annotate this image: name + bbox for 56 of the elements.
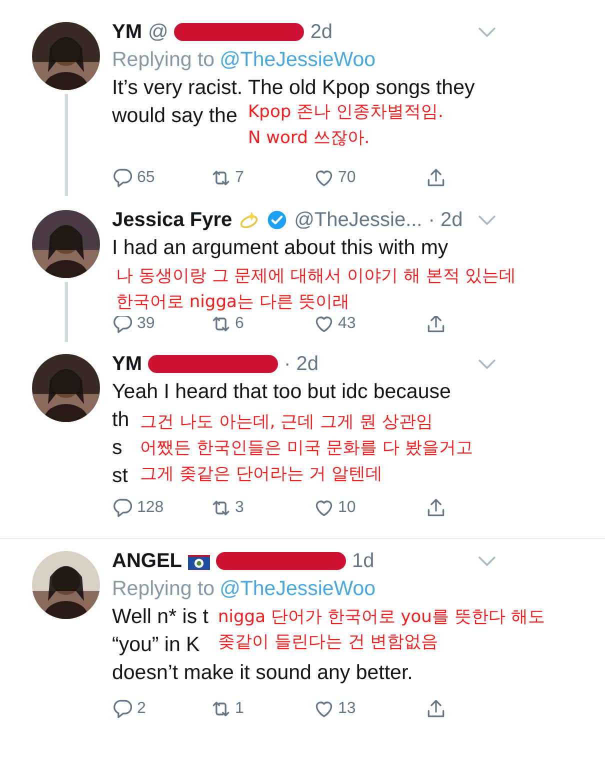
translation-text: 어쨌든 한국인들은 미국 문화를 다 봤을거고 <box>140 437 474 460</box>
translation-text: Kpop 존나 인종차별적임. <box>248 101 444 124</box>
translation-text: N word 쓰잖아. <box>248 127 370 150</box>
tweet-time[interactable]: 1d <box>352 550 374 572</box>
translation-text: nigga 단어가 한국어로 you를 뜻한다 해도 <box>218 606 545 629</box>
replying-label: Replying to <box>112 576 215 602</box>
translation-text: 그게 좆같은 단어라는 거 알텐데 <box>140 463 383 486</box>
verified-icon <box>266 209 288 231</box>
tweet-time[interactable]: 2d <box>310 20 333 44</box>
user-name[interactable]: Jessica Fyre <box>112 208 232 232</box>
user-name[interactable]: YM <box>112 352 142 376</box>
tweet-text: would say the <box>112 104 238 127</box>
translation-text: 좆같이 들린다는 건 변함없음 <box>218 631 438 654</box>
tweet-time[interactable]: · 2d <box>284 352 318 376</box>
translation-text: 나 동생이랑 그 문제에 대해서 이야기 해 본적 있는데 <box>116 265 516 288</box>
like-count: 10 <box>338 499 356 517</box>
user-handle[interactable]: @ <box>148 20 168 44</box>
tweet-text: doesn’t make it sound any better. <box>112 661 413 684</box>
retweet-count: 7 <box>235 169 244 187</box>
reply-count: 128 <box>137 499 164 517</box>
reply-count: 2 <box>137 700 146 718</box>
reply-icon[interactable] <box>112 167 134 189</box>
reply-count: 65 <box>137 169 155 187</box>
share-icon[interactable] <box>425 167 447 189</box>
replying-label: Replying to <box>112 47 215 73</box>
retweet-count: 6 <box>235 315 244 333</box>
user-handle[interactable]: @TheJessie... <box>294 208 422 232</box>
tweet-text: s <box>112 436 122 459</box>
reply-icon[interactable] <box>112 313 134 335</box>
like-count: 43 <box>338 315 356 333</box>
share-icon[interactable] <box>425 313 447 335</box>
share-icon[interactable] <box>425 497 447 519</box>
user-name[interactable]: YM <box>112 20 142 44</box>
retweet-count: 3 <box>235 499 244 517</box>
reply-count: 39 <box>137 315 155 333</box>
reply-icon[interactable] <box>112 698 134 720</box>
mention-link[interactable]: @TheJessieWoo <box>220 46 376 74</box>
tweet-text: “you” in K <box>112 633 200 656</box>
tweet-text: It’s very racist. The old Kpop songs they <box>112 76 475 99</box>
tweet-text: Yeah I heard that too but idc because <box>112 380 451 403</box>
share-icon[interactable] <box>425 698 447 720</box>
tweet-text: st <box>112 464 128 487</box>
translation-text: 그건 나도 아는데, 근데 그게 뭔 상관임 <box>140 411 433 434</box>
like-count: 70 <box>338 169 356 187</box>
tweet-text: Well n* is t <box>112 605 208 628</box>
reply-icon[interactable] <box>112 497 134 519</box>
sparkle-icon <box>238 209 260 231</box>
translation-text: 한국어로 nigga는 다른 뜻이래 <box>116 291 350 314</box>
tweet-time[interactable]: · 2d <box>428 208 463 232</box>
tweet-text: th <box>112 408 130 431</box>
flag-icon <box>188 552 210 570</box>
tweet-text: I had an argument about this with my <box>112 236 448 259</box>
mention-link[interactable]: @TheJessieWoo <box>220 575 376 603</box>
retweet-count: 1 <box>235 700 244 718</box>
user-name[interactable]: ANGEL <box>112 550 182 572</box>
like-count: 13 <box>338 700 356 718</box>
